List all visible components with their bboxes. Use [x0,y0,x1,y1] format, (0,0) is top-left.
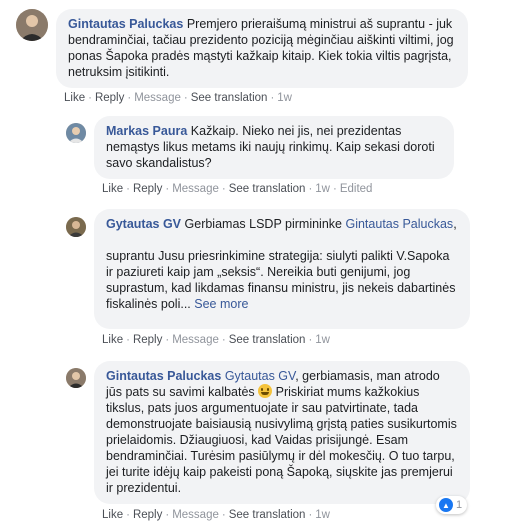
comment-bubble: Markas Paura Kažkaip. Nieko nei jis, nei… [94,116,454,179]
message-link[interactable]: Message [172,183,219,195]
comment-bubble: Gytautas GV Gerbiamas LSDP pirmininke Gi… [94,209,470,329]
like-link[interactable]: Like [64,92,85,104]
message-link[interactable]: Message [134,92,181,104]
mention-suffix: , [453,217,457,231]
comment-author[interactable]: Gytautas GV [106,217,181,231]
see-translation-link[interactable]: See translation [229,334,306,346]
timestamp[interactable]: 1w [315,183,330,195]
timestamp[interactable]: 1w [315,334,330,346]
avatar[interactable] [66,217,86,237]
comment-actions: Like · Reply · Message · See translation · 1w [102,334,330,346]
like-link[interactable]: Like [102,509,123,521]
comment-bubble: Gintautas Paluckas Gytautas GV, gerbiama… [94,361,470,504]
edited-label[interactable]: Edited [340,183,373,195]
avatar[interactable] [66,368,86,388]
avatar-photo [66,217,86,237]
avatar-photo [16,9,48,41]
message-link[interactable]: Message [172,509,219,521]
reply-link[interactable]: Reply [95,92,124,104]
comment-text-intro: Gerbiamas LSDP pirmininke [184,217,342,231]
comment-text-continued: Priskiriat mums kažkokius tikslus, pats … [106,385,457,495]
comment-actions: Like · Reply · Message · See translation · 1w · Ed… [102,183,373,195]
see-translation-link[interactable]: See translation [229,183,306,195]
mention-link[interactable]: Gintautas Paluckas [345,217,453,231]
comment-author[interactable]: Gintautas Paluckas [106,369,221,383]
see-translation-link[interactable]: See translation [191,92,268,104]
avatar[interactable] [66,123,86,143]
comment-author[interactable]: Markas Paura [106,124,187,138]
like-link[interactable]: Like [102,183,123,195]
reply-link[interactable]: Reply [133,183,162,195]
see-translation-link[interactable]: See translation [229,509,306,521]
comment-bubble: Gintautas Paluckas Premjero prieraišumą … [56,9,468,88]
thumbs-up-icon: ▲ [439,498,453,512]
message-link[interactable]: Message [172,334,219,346]
like-link[interactable]: Like [102,334,123,346]
avatar-photo [66,368,86,388]
comment-text: suprantu Jusu priesrinkimine strategija:… [106,249,456,311]
reaction-count[interactable]: ▲ 1 [436,496,468,514]
reaction-count-value: 1 [456,499,463,511]
comment-actions: Like · Reply · Message · See translation · 1w [102,509,330,521]
avatar-photo [66,123,86,143]
comment-author[interactable]: Gintautas Paluckas [68,17,183,31]
avatar[interactable] [16,9,48,41]
timestamp[interactable]: 1w [277,92,292,104]
mention-link[interactable]: Gytautas GV [225,369,295,383]
reply-link[interactable]: Reply [133,334,162,346]
comment-actions: Like · Reply · Message · See translation · 1w [64,92,292,104]
see-more-link[interactable]: See more [194,297,248,311]
grinning-face-icon [258,384,273,398]
timestamp[interactable]: 1w [315,509,330,521]
reply-link[interactable]: Reply [133,509,162,521]
